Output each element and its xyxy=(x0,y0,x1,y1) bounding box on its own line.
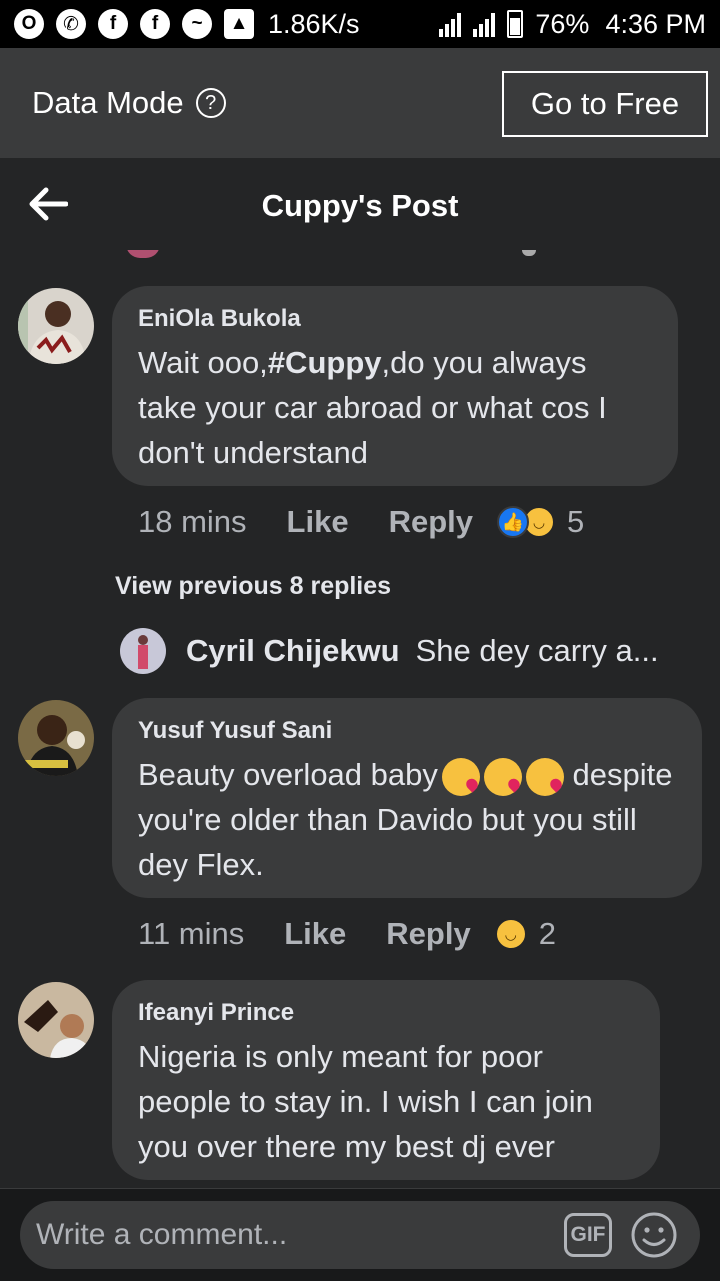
data-mode-label: Data Mode xyxy=(32,85,184,120)
comment-input-box[interactable]: GIF xyxy=(20,1201,700,1269)
comment-meta: 18 mins Like Reply 👍 ◡ 5 xyxy=(138,504,584,540)
like-button[interactable]: Like xyxy=(287,504,349,540)
text-fragment xyxy=(522,250,536,256)
comment-bubble[interactable]: EniOla Bukola Wait ooo,#Cuppy,do you alw… xyxy=(112,286,678,486)
comment-input[interactable] xyxy=(34,1217,538,1253)
facebook-icon: f xyxy=(140,9,170,39)
like-button[interactable]: Like xyxy=(284,916,346,952)
comment-text: Wait ooo,#Cuppy,do you always take your … xyxy=(138,340,652,475)
post-header: Cuppy's Post xyxy=(0,158,720,250)
battery-level: 76% xyxy=(535,8,590,39)
gif-button[interactable]: GIF xyxy=(564,1213,612,1257)
comment-bubble[interactable]: Ifeanyi Prince Nigeria is only meant for… xyxy=(112,980,660,1180)
reactions[interactable]: ◡ 2 xyxy=(494,916,556,952)
like-reaction-icon: 👍 xyxy=(497,506,529,538)
comment-text-part: Beauty overload baby xyxy=(138,757,438,792)
comment-time: 11 mins xyxy=(138,916,245,951)
comment-author[interactable]: Yusuf Yusuf Sani xyxy=(138,716,676,746)
comment-meta: 11 mins Like Reply ◡ 2 xyxy=(138,916,556,952)
comment-text-part: Wait ooo, xyxy=(138,345,268,380)
comment-text: Nigeria is only meant for poor people to… xyxy=(138,1039,593,1164)
emoji-icon[interactable] xyxy=(630,1211,678,1259)
reply-text: She dey carry a... xyxy=(415,633,659,668)
view-previous-replies-link[interactable]: View previous 8 replies xyxy=(115,572,391,601)
hashtag-link[interactable]: #Cuppy xyxy=(268,345,382,380)
reaction-count: 5 xyxy=(567,504,585,539)
reply-button[interactable]: Reply xyxy=(386,916,470,952)
comment-author[interactable]: EniOla Bukola xyxy=(138,304,652,334)
kiss-emoji-icon xyxy=(525,757,564,796)
avatar[interactable] xyxy=(18,288,94,364)
facebook-icon: f xyxy=(98,9,128,39)
image-icon: ▲ xyxy=(224,9,254,39)
go-to-free-button[interactable]: Go to Free xyxy=(502,71,708,137)
help-icon[interactable]: ? xyxy=(195,88,226,118)
whatsapp-icon: ✆ xyxy=(56,9,86,39)
messenger-icon: ~ xyxy=(182,9,212,39)
avatar xyxy=(126,250,160,258)
network-speed: 1.86K/s xyxy=(268,8,360,39)
comment-time: 18 mins xyxy=(138,504,247,539)
comment-composer: GIF xyxy=(0,1188,720,1281)
reply-author[interactable]: Cyril Chijekwu xyxy=(186,633,400,669)
comment-bubble[interactable]: Yusuf Yusuf Sani Beauty overload baby de… xyxy=(112,698,702,898)
reactions[interactable]: 👍 ◡ 5 xyxy=(497,504,584,540)
kiss-emoji-icon xyxy=(483,757,522,796)
haha-reaction-icon: ◡ xyxy=(494,918,527,950)
page-title: Cuppy's Post xyxy=(261,188,459,223)
avatar[interactable] xyxy=(18,982,94,1058)
opera-icon: O xyxy=(14,9,44,39)
battery-icon xyxy=(507,10,524,38)
comment-text: Beauty overload baby despite you're olde… xyxy=(138,752,676,887)
data-mode-bar: Data Mode ? Go to Free xyxy=(0,48,720,158)
clock: 4:36 PM xyxy=(605,8,706,39)
avatar[interactable] xyxy=(18,700,94,776)
reply-preview[interactable]: Cyril Chijekwu She dey carry a... xyxy=(120,628,659,674)
signal-icon xyxy=(439,11,462,37)
reaction-count: 2 xyxy=(538,916,556,951)
kiss-emoji-icon xyxy=(441,757,480,796)
comment-list[interactable]: EniOla Bukola Wait ooo,#Cuppy,do you alw… xyxy=(0,250,720,1188)
status-bar: O ✆ f f ~ ▲ 1.86K/s 76% 4:36 PM xyxy=(0,0,720,48)
comment-author[interactable]: Ifeanyi Prince xyxy=(138,998,634,1028)
signal-icon xyxy=(473,11,496,37)
reply-button[interactable]: Reply xyxy=(389,504,473,540)
avatar[interactable] xyxy=(120,628,166,674)
